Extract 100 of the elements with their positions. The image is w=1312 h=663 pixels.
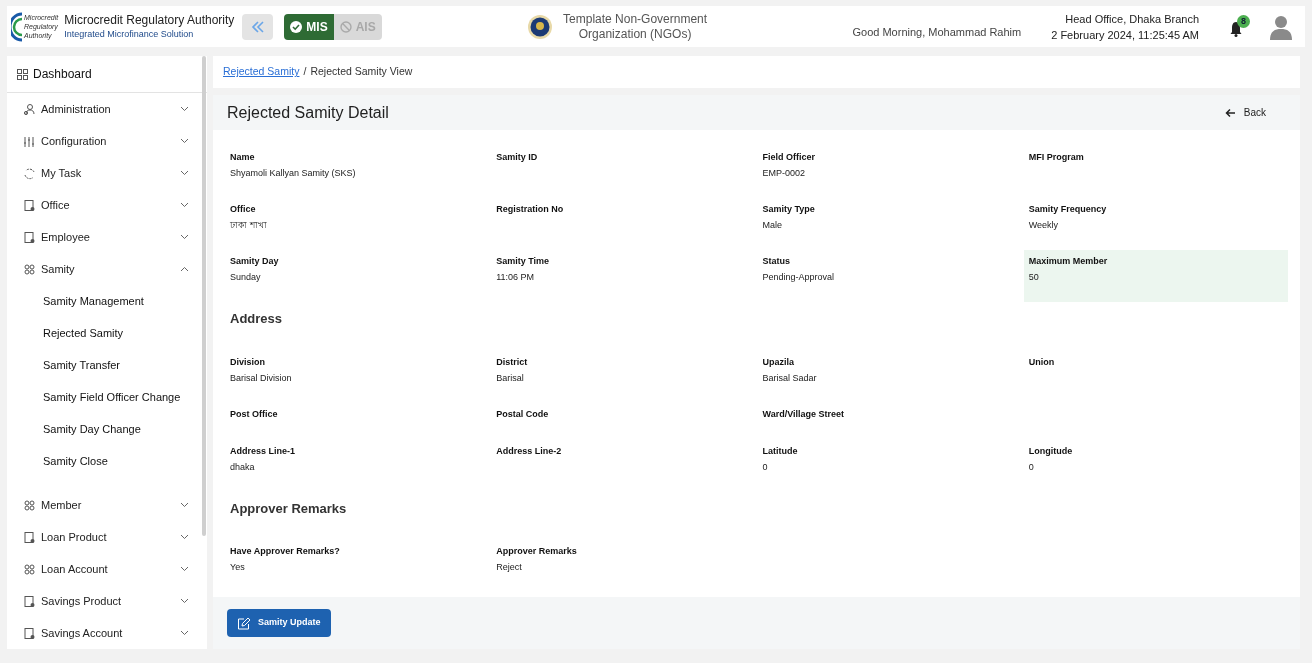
grid-icon <box>17 68 28 80</box>
field-value: dhaka <box>230 460 256 473</box>
field-label: Samity Type <box>762 203 816 215</box>
field-label: Samity Day <box>230 255 280 267</box>
collapse-button[interactable] <box>242 13 274 40</box>
chevron-down-icon <box>180 138 189 144</box>
field-value: Sunday <box>230 271 262 283</box>
field-label: Longitude <box>1028 444 1074 457</box>
org-name: Microcredit Regulatory Authority <box>64 12 235 28</box>
sidebar-item[interactable]: Samity <box>7 253 207 285</box>
field-label: Postal Code <box>496 407 550 420</box>
sidebar-item[interactable]: Member <box>7 489 207 521</box>
submenu-item[interactable]: Samity Day Change <box>7 413 207 445</box>
org-subtitle: Integrated Microfinance Solution <box>64 28 195 41</box>
field-label: Office <box>230 203 257 215</box>
field-value: Male <box>762 219 783 231</box>
document-icon <box>23 594 35 608</box>
ngo-name: Organization (NGOs) <box>578 26 692 42</box>
field-label: Samity Frequency <box>1028 203 1108 215</box>
breadcrumb-separator: / <box>303 64 307 80</box>
field-value: Shyamoli Kallyan Samity (SKS) <box>230 167 357 179</box>
chevron-down-icon <box>180 502 189 508</box>
section-title: Address <box>229 310 284 328</box>
field-label: Union <box>1028 355 1056 368</box>
sidebar-item[interactable]: Configuration <box>7 125 207 157</box>
sidebar-item[interactable]: Savings Product <box>7 585 207 617</box>
breadcrumb-current: Rejected Samity View <box>310 64 413 80</box>
field-label: Name <box>230 151 256 163</box>
chevron-down-icon <box>180 202 189 208</box>
circular-arrows-icon <box>23 166 35 180</box>
field-label: District <box>496 355 529 368</box>
field-label: Maximum Member <box>1028 255 1109 267</box>
sidebar-item[interactable]: Employee <box>7 221 207 253</box>
submenu-item[interactable]: Samity Close <box>7 445 207 477</box>
sliders-icon <box>23 134 35 148</box>
field-value: Reject <box>496 561 523 573</box>
emblem-icon <box>527 13 554 40</box>
arrow-left-icon <box>1224 107 1236 118</box>
double-chevron-left-icon <box>249 19 266 34</box>
field-value: Pending-Approval <box>762 271 836 283</box>
scrollbar[interactable] <box>202 56 206 536</box>
field-value: Barisal Sadar <box>762 371 818 384</box>
group-icon <box>23 262 35 276</box>
breadcrumb-link[interactable]: Rejected Samity <box>223 64 300 80</box>
field-label: Registration No <box>496 203 565 215</box>
sidebar-item[interactable]: Office <box>7 189 207 221</box>
document-icon <box>23 198 35 212</box>
prohibited-icon <box>339 20 352 33</box>
update-button[interactable]: Samity Update <box>227 609 331 637</box>
field-value: Yes <box>230 561 246 573</box>
field-value: Weekly <box>1028 219 1060 231</box>
field-label: Address Line-2 <box>496 444 563 457</box>
document-icon <box>23 230 35 244</box>
field-label: Address Line-1 <box>230 444 297 457</box>
chevron-down-icon <box>180 598 189 604</box>
field-label: Status <box>762 255 791 267</box>
submenu-item[interactable]: Samity Management <box>7 285 207 317</box>
field-label: Upazila <box>762 355 795 368</box>
chevron-down-icon <box>180 630 189 636</box>
chevron-down-icon <box>180 234 189 240</box>
users-icon <box>23 102 35 116</box>
document-icon <box>23 530 35 544</box>
module-tab[interactable]: MIS <box>284 13 334 40</box>
branch-name: Head Office, Dhaka Branch <box>1065 11 1199 27</box>
field-label: Have Approver Remarks? <box>230 545 341 557</box>
chevron-down-icon <box>180 106 189 112</box>
submenu-item[interactable]: Samity Field Officer Change <box>7 381 207 413</box>
page-title: Rejected Samity Detail <box>227 102 389 123</box>
sidebar-item[interactable]: Savings Account <box>7 617 207 649</box>
edit-icon <box>237 616 251 630</box>
check-circle-icon <box>290 20 303 33</box>
field-value: ঢাকা শাখা <box>230 219 268 231</box>
bell-icon <box>1229 20 1243 37</box>
field-value: EMP-0002 <box>762 167 807 179</box>
chevron-down-icon <box>180 534 189 540</box>
section-title: Approver Remarks <box>229 499 348 518</box>
field-value: 11:06 PM <box>496 271 536 283</box>
submenu-item[interactable]: Samity Transfer <box>7 349 207 381</box>
sidebar-item[interactable]: Loan Account <box>7 553 207 585</box>
sidebar-item[interactable]: Administration <box>7 93 207 125</box>
notification-badge: 8 <box>1237 14 1250 28</box>
field-label: Approver Remarks <box>496 545 578 557</box>
chevron-down-icon <box>180 170 189 176</box>
field-label: Samity ID <box>496 151 539 163</box>
group-icon <box>23 562 35 576</box>
field-value: 0 <box>1028 460 1035 473</box>
field-value: 50 <box>1028 271 1040 283</box>
field-label: Ward/Village Street <box>762 407 846 420</box>
field-label: MFI Program <box>1028 151 1085 163</box>
back-button[interactable]: Back <box>1224 105 1266 120</box>
logo-arc-icon <box>11 11 23 42</box>
sidebar-item[interactable]: My Task <box>7 157 207 189</box>
sidebar-item[interactable]: Loan Product <box>7 521 207 553</box>
field-value: Barisal Division <box>230 371 293 384</box>
date-time: 2 February 2024, 11:25:45 AM <box>1051 27 1199 43</box>
greeting: Good Morning, Mohammad Rahim <box>852 25 1022 41</box>
field-label: Samity Time <box>496 255 551 267</box>
chevron-down-icon <box>180 566 189 572</box>
ngo-name: Template Non-Government <box>563 11 708 27</box>
submenu-item[interactable]: Rejected Samity <box>7 317 207 349</box>
